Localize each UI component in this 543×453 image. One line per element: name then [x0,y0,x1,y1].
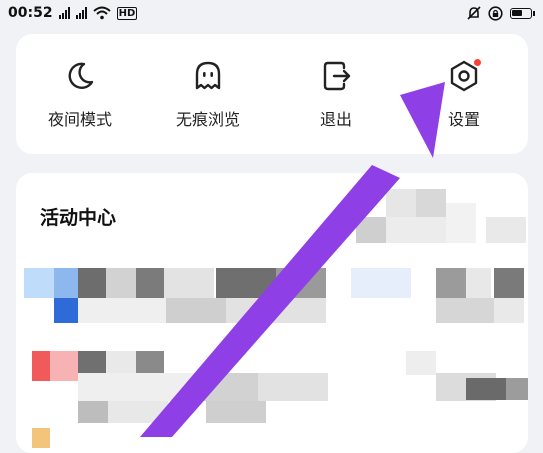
arrow-head [400,82,445,158]
annotation-arrow [140,82,445,437]
arrow-shaft [140,165,400,437]
